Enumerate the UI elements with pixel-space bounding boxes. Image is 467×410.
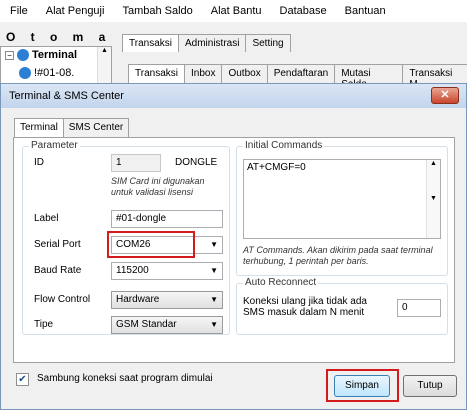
terminal-tree: − Terminal !#01-08. ▲ [0,46,112,86]
flow-control-label: Flow Control [34,294,91,305]
label-field[interactable]: #01-dongle [111,210,223,228]
device-icon [19,67,31,80]
id-label: ID [34,157,44,168]
serial-port-highlight [107,231,195,258]
menu-bar: File Alat Penguji Tambah Saldo Alat Bant… [0,0,467,22]
menu-database[interactable]: Database [280,5,327,17]
flow-control-select[interactable]: Hardware ▼ [111,291,223,309]
menu-bantuan[interactable]: Bantuan [345,5,386,17]
parameter-legend: Parameter [29,140,80,151]
tab-administrasi[interactable]: Administrasi [177,34,247,52]
flow-control-value: Hardware [116,294,160,305]
chevron-down-icon: ▼ [210,266,218,275]
serial-port-label: Serial Port [34,239,81,250]
auto-reconnect-legend: Auto Reconnect [243,277,319,288]
startup-connect-checkbox[interactable]: ✔ [16,373,29,386]
menu-alat-bantu[interactable]: Alat Bantu [211,5,262,17]
terminal-sms-dialog: Terminal & SMS Center ✕ Terminal SMS Cen… [0,83,467,410]
tipe-select[interactable]: GSM Standar ▼ [111,316,223,334]
dialog-titlebar[interactable]: Terminal & SMS Center ✕ [1,84,466,108]
initial-commands-group: Initial Commands AT+CMGF=0 ▲ ▼ AT Command… [236,140,448,276]
chevron-down-icon: ▼ [210,295,218,304]
auto-reconnect-group: Auto Reconnect Koneksi ulang jika tidak … [236,277,448,335]
tab-transaksi[interactable]: Transaksi [122,34,179,52]
tree-root-row[interactable]: − Terminal [5,49,78,62]
dialog-title: Terminal & SMS Center [9,90,124,102]
initial-commands-scrollbar[interactable]: ▲ ▼ [426,160,440,238]
baud-rate-value: 115200 [116,265,149,276]
tipe-value: GSM Standar [116,319,177,330]
auto-reconnect-minutes[interactable]: 0 [397,299,441,317]
save-button[interactable]: Simpan [334,375,390,397]
tab-sms-center[interactable]: SMS Center [62,118,130,137]
tree-root-label: Terminal [32,49,78,61]
app-brand: O t o m a [6,30,112,44]
initial-commands-legend: Initial Commands [243,140,325,151]
collapse-icon[interactable]: − [5,51,14,60]
tree-child-row[interactable]: !#01-08. [19,67,75,80]
close-button[interactable]: Tutup [403,375,457,397]
tab-setting[interactable]: Setting [245,34,291,52]
baud-rate-label: Baud Rate [34,265,82,276]
tree-child-label: !#01-08. [34,67,75,79]
tipe-label: Tipe [34,319,54,330]
parameter-group: Parameter ID 1 DONGLE SIM Card ini digun… [22,140,230,335]
tree-scrollbar[interactable]: ▲ [97,47,111,85]
startup-connect-label: Sambung koneksi saat program dimulai [37,373,213,384]
terminal-tab-panel: Parameter ID 1 DONGLE SIM Card ini digun… [13,137,455,363]
id-field: 1 [111,154,161,172]
label-label: Label [34,213,59,224]
menu-tambah-saldo[interactable]: Tambah Saldo [122,5,192,17]
initial-commands-value: AT+CMGF=0 [247,162,306,173]
initial-commands-input[interactable]: AT+CMGF=0 ▲ ▼ [243,159,441,239]
menu-alat-penguji[interactable]: Alat Penguji [46,5,105,17]
main-tabs: Transaksi Administrasi Setting [122,34,291,52]
chevron-down-icon: ▼ [210,320,218,329]
dialog-tabs: Terminal SMS Center [14,118,130,137]
tab-terminal[interactable]: Terminal [14,118,64,137]
id-note: SIM Card ini digunakan untuk validasi li… [111,176,205,197]
terminal-icon [17,49,29,62]
menu-file[interactable]: File [10,5,28,17]
initial-commands-note: AT Commands. Akan dikirim pada saat term… [243,245,433,266]
close-icon[interactable]: ✕ [431,87,459,104]
auto-reconnect-text: Koneksi ulang jika tidak ada SMS masuk d… [243,296,367,318]
baud-rate-select[interactable]: 115200 ▼ [111,262,223,280]
id-type: DONGLE [175,157,218,168]
chevron-down-icon: ▼ [210,240,218,249]
